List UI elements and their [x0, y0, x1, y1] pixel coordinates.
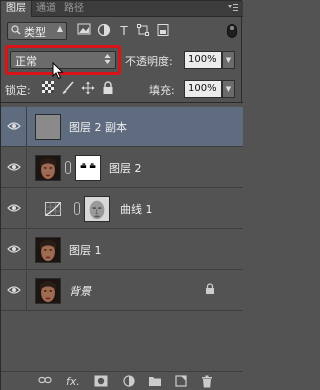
layers-bottom-toolbar: fx. — [1, 371, 243, 390]
layer-mask-thumbnail[interactable] — [75, 155, 101, 181]
layer-name[interactable]: 图层 2 副本 — [69, 119, 127, 135]
fill-dropdown-button[interactable]: ▼ — [222, 80, 235, 98]
layer-name[interactable]: 图层 2 — [109, 160, 142, 176]
filter-toggle[interactable] — [227, 24, 237, 38]
lock-icon — [206, 283, 214, 294]
panel-tab-strip: 图层 通道 路径 — [1, 1, 243, 17]
lock-fill-row: 锁定: 填充: 100% ▼ — [1, 78, 243, 100]
divider — [26, 189, 27, 229]
search-icon — [11, 24, 21, 39]
layers-panel: 图层 通道 路径 类型 ▲ T 正常 不透明度: 100% ▼ 锁定: 填充: … — [0, 0, 243, 390]
link-layers-icon[interactable] — [37, 375, 53, 389]
filter-kind-select[interactable]: 类型 ▲ — [7, 22, 67, 40]
adjustment-filter-icon[interactable] — [96, 23, 112, 39]
lock-image-pixels-icon[interactable] — [61, 81, 75, 95]
lock-transparent-pixels-icon[interactable] — [41, 81, 55, 95]
layer-filter-row: 类型 ▲ T — [1, 19, 243, 43]
panel-menu-icon[interactable] — [227, 3, 239, 17]
opacity-dropdown-button[interactable]: ▼ — [222, 51, 235, 69]
fill-input[interactable]: 100% — [184, 80, 222, 98]
text-filter-icon[interactable]: T — [116, 23, 132, 39]
layer-row[interactable]: 图层 2 副本 — [1, 107, 243, 147]
lock-position-icon[interactable] — [81, 81, 95, 95]
eye-icon[interactable] — [7, 120, 21, 132]
chevron-updown-icon — [104, 53, 111, 67]
eye-icon[interactable] — [7, 202, 21, 214]
smart-object-filter-icon[interactable] — [155, 23, 171, 39]
layer-thumbnail[interactable] — [35, 278, 61, 304]
new-layer-icon[interactable] — [173, 375, 189, 389]
opacity-label: 不透明度: — [125, 55, 173, 68]
layer-thumbnail[interactable] — [35, 155, 61, 181]
new-group-icon[interactable] — [147, 375, 163, 389]
divider — [26, 148, 27, 188]
layer-mask-thumbnail[interactable] — [84, 196, 110, 222]
link-mask-icon[interactable] — [65, 161, 71, 174]
add-mask-icon[interactable] — [93, 375, 109, 389]
shape-filter-icon[interactable] — [135, 23, 151, 39]
eye-icon[interactable] — [7, 161, 21, 173]
delete-layer-icon[interactable] — [199, 375, 215, 389]
curves-adjustment-icon[interactable] — [45, 202, 61, 216]
layer-name[interactable]: 背景 — [69, 283, 91, 299]
lock-all-icon[interactable] — [101, 81, 115, 95]
divider — [26, 230, 27, 270]
layer-thumbnail[interactable] — [35, 237, 61, 263]
divider — [26, 107, 27, 147]
link-mask-icon[interactable] — [74, 202, 80, 215]
layer-row[interactable]: 曲线 1 — [1, 189, 243, 229]
tab-channels[interactable]: 通道 — [31, 1, 61, 17]
adjustment-layer-icon[interactable] — [121, 375, 137, 389]
chevron-updown-icon: ▲ — [56, 24, 63, 33]
fill-label: 填充: — [149, 84, 175, 97]
tab-layers[interactable]: 图层 — [1, 1, 32, 17]
eye-icon[interactable] — [7, 243, 21, 255]
divider — [26, 271, 27, 311]
layer-name[interactable]: 图层 1 — [69, 242, 102, 258]
layer-thumbnail[interactable] — [35, 114, 61, 140]
image-filter-icon[interactable] — [76, 23, 92, 39]
lock-label: 锁定: — [5, 84, 31, 97]
blend-mode-value: 正常 — [15, 55, 37, 68]
fx-icon[interactable]: fx. — [65, 375, 81, 389]
eye-icon[interactable] — [7, 284, 21, 296]
opacity-input[interactable]: 100% — [184, 51, 222, 69]
filter-kind-label: 类型 — [24, 26, 46, 39]
layer-row[interactable]: 图层 2 — [1, 148, 243, 188]
layer-row[interactable]: 图层 1 — [1, 230, 243, 270]
layer-row[interactable]: 背景 — [1, 271, 243, 311]
tab-paths[interactable]: 路径 — [59, 1, 89, 17]
blend-opacity-row: 正常 不透明度: 100% ▼ — [1, 45, 243, 80]
layer-name[interactable]: 曲线 1 — [120, 201, 153, 217]
layer-list: 图层 2 副本 图层 2 曲线 1 图层 1 背景 — [1, 102, 243, 371]
